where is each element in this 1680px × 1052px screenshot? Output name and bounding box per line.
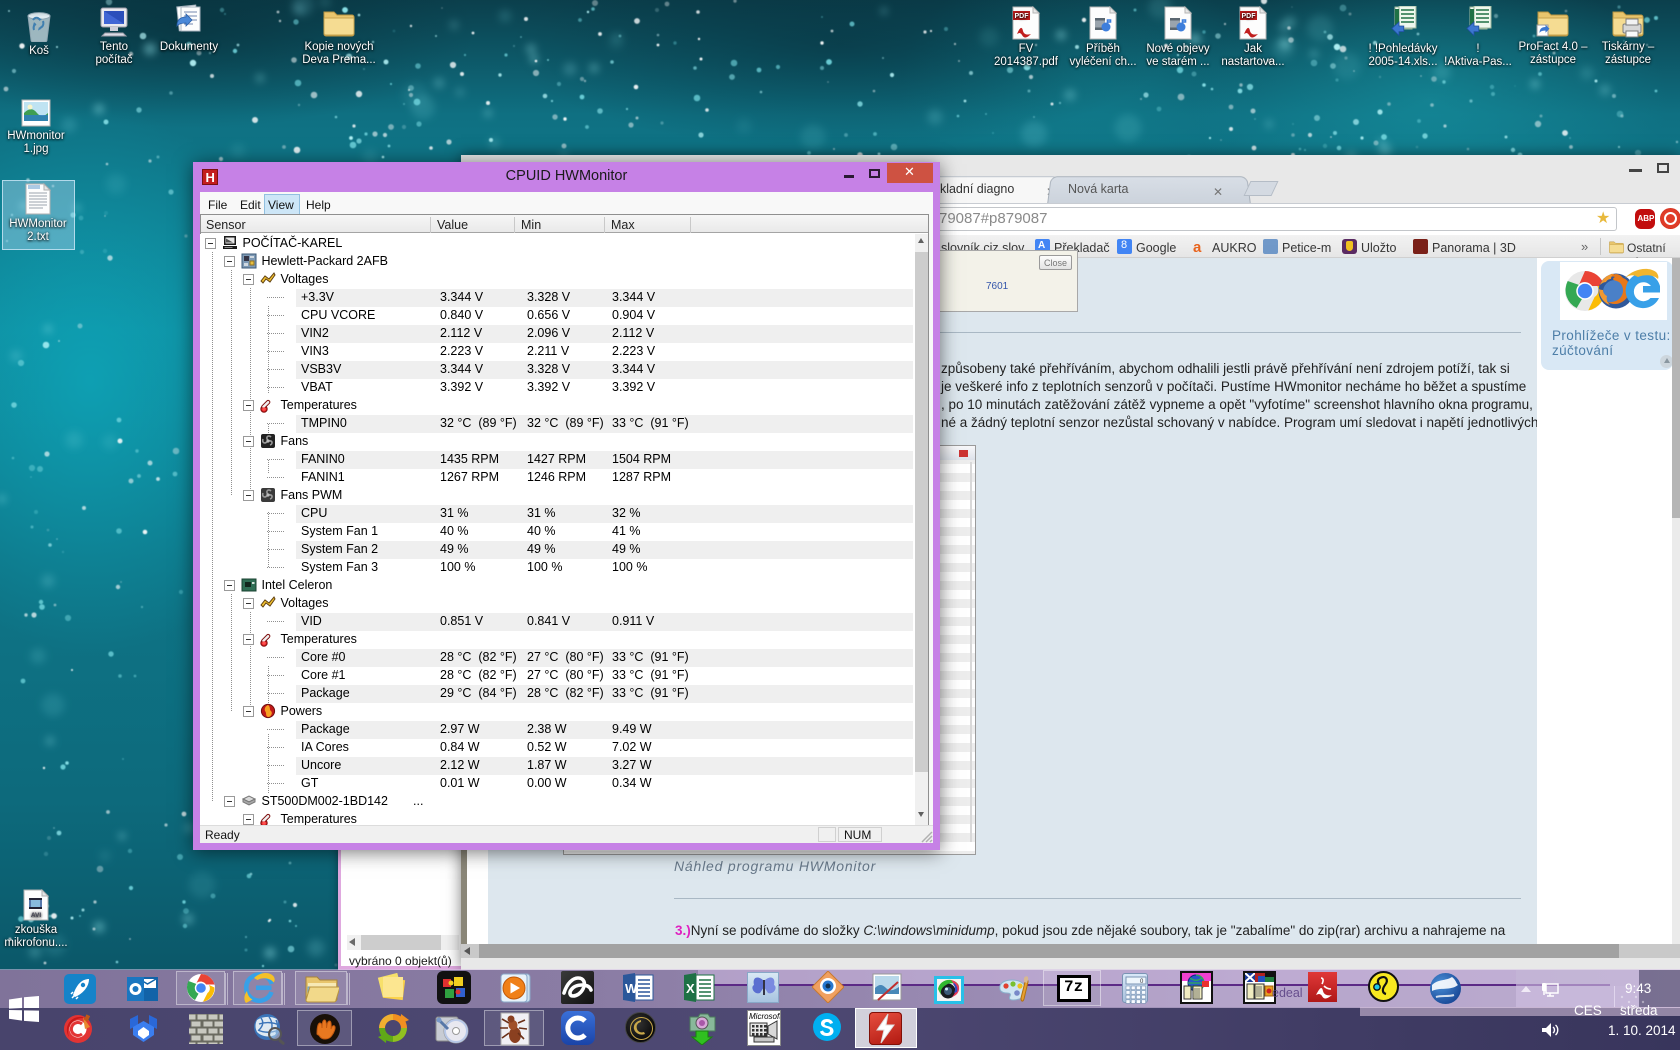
- svg-text:AVI: AVI: [31, 912, 42, 919]
- svg-text:X: X: [686, 981, 695, 996]
- svg-text:PDF: PDF: [1015, 13, 1030, 20]
- svg-text:Microsoft: Microsoft: [749, 1012, 780, 1021]
- svg-text:PDF: PDF: [1242, 13, 1257, 20]
- svg-text:W: W: [625, 981, 638, 996]
